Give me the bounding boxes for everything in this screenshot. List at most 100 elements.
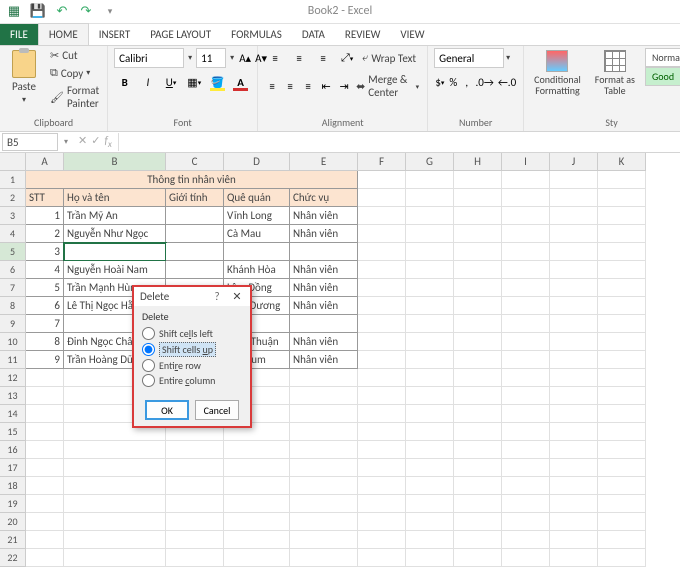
cell[interactable] xyxy=(64,495,166,513)
table-cell[interactable]: 2 xyxy=(26,225,64,243)
row-header[interactable]: 13 xyxy=(0,387,26,405)
cell[interactable] xyxy=(502,189,550,207)
number-format-combo[interactable] xyxy=(434,48,504,68)
cell[interactable] xyxy=(406,333,454,351)
cell[interactable] xyxy=(358,495,406,513)
cell[interactable] xyxy=(64,441,166,459)
table-cell[interactable]: Trần Mỹ An xyxy=(64,207,166,225)
cell[interactable] xyxy=(502,423,550,441)
cell[interactable] xyxy=(406,207,454,225)
cell[interactable] xyxy=(454,513,502,531)
cell[interactable] xyxy=(550,549,598,567)
cell[interactable] xyxy=(598,351,646,369)
cell[interactable] xyxy=(358,387,406,405)
cell[interactable] xyxy=(358,441,406,459)
cell[interactable] xyxy=(406,225,454,243)
cell[interactable] xyxy=(598,513,646,531)
cell[interactable] xyxy=(454,549,502,567)
cell[interactable] xyxy=(454,351,502,369)
increase-indent-button[interactable]: ⇥ xyxy=(336,76,352,96)
cell[interactable] xyxy=(224,513,290,531)
cell[interactable] xyxy=(26,423,64,441)
cell[interactable] xyxy=(502,387,550,405)
column-header-G[interactable]: G xyxy=(406,153,454,171)
table-cell[interactable]: Khánh Hòa xyxy=(224,261,290,279)
cell[interactable] xyxy=(598,495,646,513)
cell[interactable] xyxy=(406,171,454,189)
qat-dropdown-icon[interactable]: ▾ xyxy=(102,4,118,20)
cell[interactable] xyxy=(598,405,646,423)
font-name-combo[interactable] xyxy=(114,48,184,68)
cell[interactable] xyxy=(550,225,598,243)
conditional-formatting-button[interactable]: Conditional Formatting xyxy=(530,48,585,116)
table-cell[interactable]: Nguyễn Hoài Nam xyxy=(64,261,166,279)
row-header[interactable]: 11 xyxy=(0,351,26,369)
cell[interactable] xyxy=(406,315,454,333)
tab-file[interactable]: FILE xyxy=(0,24,38,45)
cell[interactable] xyxy=(224,531,290,549)
cell[interactable] xyxy=(502,513,550,531)
cell[interactable] xyxy=(550,423,598,441)
cell[interactable] xyxy=(502,279,550,297)
cell[interactable] xyxy=(550,495,598,513)
cell[interactable] xyxy=(598,423,646,441)
cell[interactable] xyxy=(290,513,358,531)
row-header[interactable]: 10 xyxy=(0,333,26,351)
cell[interactable] xyxy=(502,207,550,225)
radio-shift_left[interactable]: Shift cells left xyxy=(142,326,242,341)
row-header[interactable]: 12 xyxy=(0,369,26,387)
cell[interactable] xyxy=(454,423,502,441)
column-header-E[interactable]: E xyxy=(290,153,358,171)
cell[interactable] xyxy=(406,279,454,297)
table-cell[interactable] xyxy=(290,315,358,333)
radio-input[interactable] xyxy=(142,327,155,340)
cell[interactable] xyxy=(358,423,406,441)
tab-view[interactable]: VIEW xyxy=(390,24,434,45)
cell[interactable] xyxy=(224,459,290,477)
table-cell[interactable]: Nhân viên xyxy=(290,279,358,297)
cell[interactable] xyxy=(502,531,550,549)
align-top-button[interactable]: ≡ xyxy=(264,48,286,68)
cell[interactable] xyxy=(598,369,646,387)
cell[interactable] xyxy=(598,441,646,459)
table-cell[interactable]: Nhân viên xyxy=(290,351,358,369)
cell[interactable] xyxy=(406,459,454,477)
cell[interactable] xyxy=(290,459,358,477)
decrease-indent-button[interactable]: ⇤ xyxy=(318,76,334,96)
row-header[interactable]: 22 xyxy=(0,549,26,567)
chevron-down-icon[interactable]: ▾ xyxy=(228,53,236,63)
cell[interactable] xyxy=(358,513,406,531)
table-cell[interactable]: 9 xyxy=(26,351,64,369)
table-cell[interactable]: Nhân viên xyxy=(290,261,358,279)
save-icon[interactable]: 💾 xyxy=(30,4,46,20)
row-header[interactable]: 8 xyxy=(0,297,26,315)
radio-input[interactable] xyxy=(142,343,155,356)
table-header[interactable]: STT xyxy=(26,189,64,207)
cell[interactable] xyxy=(358,531,406,549)
table-cell[interactable]: 5 xyxy=(26,279,64,297)
cut-button[interactable]: ✂Cut xyxy=(48,48,101,63)
align-center-button[interactable]: ≡ xyxy=(282,76,298,96)
font-color-button[interactable]: A xyxy=(230,72,251,92)
cell[interactable] xyxy=(598,477,646,495)
cell[interactable] xyxy=(502,297,550,315)
table-cell[interactable]: Vĩnh Long xyxy=(224,207,290,225)
cell[interactable] xyxy=(454,261,502,279)
cell[interactable] xyxy=(598,279,646,297)
cell[interactable] xyxy=(598,549,646,567)
cell[interactable] xyxy=(502,405,550,423)
cell[interactable] xyxy=(454,225,502,243)
cell[interactable] xyxy=(502,171,550,189)
table-cell[interactable]: 8 xyxy=(26,333,64,351)
format-as-table-button[interactable]: Format as Table xyxy=(591,48,639,116)
cell[interactable] xyxy=(406,243,454,261)
bold-button[interactable]: B xyxy=(114,72,135,92)
cell[interactable] xyxy=(358,405,406,423)
cell[interactable] xyxy=(550,477,598,495)
cell[interactable] xyxy=(598,459,646,477)
cell[interactable] xyxy=(454,441,502,459)
table-cell[interactable] xyxy=(290,243,358,261)
radio-entire_col[interactable]: Entire column xyxy=(142,373,242,388)
cell[interactable] xyxy=(550,369,598,387)
cell[interactable] xyxy=(502,495,550,513)
